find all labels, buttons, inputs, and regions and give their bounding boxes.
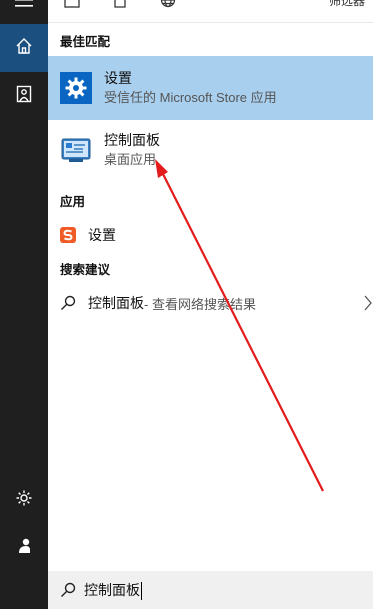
chevron-right-icon[interactable] bbox=[363, 295, 373, 316]
document-icon bbox=[16, 85, 32, 108]
documents-scope-icon[interactable] bbox=[112, 0, 128, 8]
gear-icon bbox=[60, 72, 92, 104]
search-input[interactable]: 控制面板 bbox=[84, 580, 142, 601]
web-search-suggestion[interactable]: 控制面板 - 查看网络搜索结果 bbox=[48, 286, 373, 320]
apps-scope-icon[interactable] bbox=[64, 0, 80, 8]
home-button[interactable] bbox=[0, 24, 48, 72]
user-account-button[interactable] bbox=[0, 524, 48, 572]
text-caret bbox=[141, 582, 142, 601]
result-title: 设置 bbox=[104, 70, 132, 86]
gear-icon bbox=[15, 489, 33, 512]
search-icon bbox=[60, 295, 76, 311]
result-title: 控制面板 bbox=[104, 132, 160, 148]
globe-icon[interactable] bbox=[160, 0, 176, 8]
result-subtitle: 受信任的 Microsoft Store 应用 bbox=[104, 90, 277, 105]
result-settings-best-match[interactable]: 设置 受信任的 Microsoft Store 应用 bbox=[48, 56, 373, 120]
control-panel-icon bbox=[60, 134, 92, 166]
suggestion-suffix: - 查看网络搜索结果 bbox=[144, 296, 256, 312]
result-title: 设置 bbox=[88, 227, 116, 243]
suggestion-query: 控制面板 bbox=[88, 295, 144, 311]
hamburger-menu-button[interactable] bbox=[0, 0, 48, 26]
result-subtitle: 桌面应用 bbox=[104, 152, 157, 167]
start-sidebar bbox=[0, 0, 48, 609]
hamburger-icon bbox=[15, 0, 33, 12]
best-match-heading: 最佳匹配 bbox=[60, 35, 111, 49]
person-icon bbox=[15, 537, 33, 560]
settings-nav-button[interactable] bbox=[0, 476, 48, 524]
apps-heading: 应用 bbox=[60, 195, 86, 209]
taskbar-search-box[interactable]: 控制面板 bbox=[48, 571, 373, 609]
scope-toolbar: 筛选器 bbox=[48, 0, 373, 23]
documents-button[interactable] bbox=[0, 72, 48, 120]
result-control-panel[interactable]: 控制面板 桌面应用 bbox=[48, 122, 373, 178]
search-results-panel: 筛选器 最佳匹配 设置 受信任的 Microsoft Store 应用 控制面板… bbox=[48, 0, 373, 609]
home-icon bbox=[15, 37, 33, 60]
sogou-app-icon bbox=[60, 227, 76, 243]
search-icon bbox=[60, 582, 76, 598]
search-suggestions-heading: 搜索建议 bbox=[60, 263, 111, 277]
search-query-text: 控制面板 bbox=[84, 581, 140, 598]
filter-dropdown[interactable]: 筛选器 bbox=[329, 0, 365, 9]
result-settings-app[interactable]: 设置 bbox=[48, 218, 373, 252]
